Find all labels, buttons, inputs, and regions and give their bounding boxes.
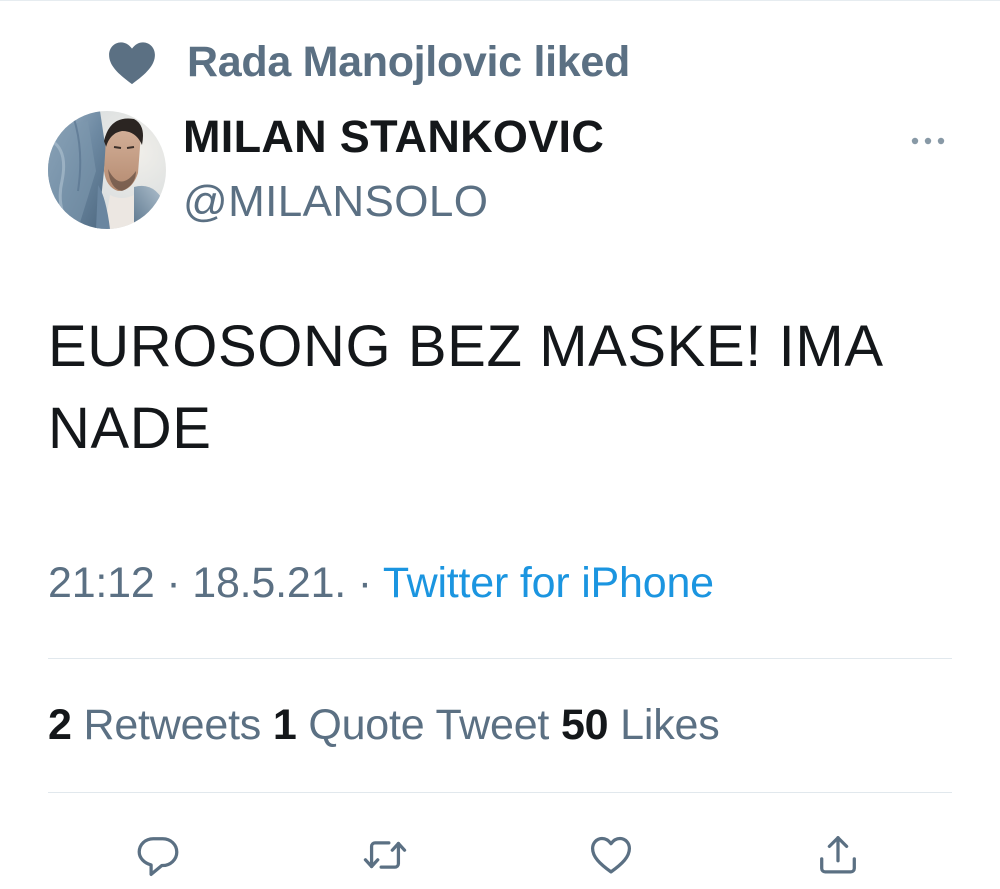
likes-count: 50	[560, 701, 609, 749]
quote-tweets-stat[interactable]: 1 Quote Tweet	[272, 701, 550, 749]
like-icon	[590, 836, 632, 874]
author-handle[interactable]: @MILANSOLO	[183, 177, 488, 227]
reply-button[interactable]	[130, 827, 186, 883]
avatar-photo	[48, 111, 166, 229]
share-icon	[820, 836, 856, 874]
likes-label: Likes	[620, 701, 720, 749]
tweet-date[interactable]: 18.5.21.	[192, 559, 346, 607]
tweet-time[interactable]: 21:12	[48, 559, 155, 607]
meta-separator: ·	[346, 559, 383, 607]
retweets-count: 2	[48, 701, 72, 749]
tweet-stats: 2 Retweets 1 Quote Tweet 50 Likes	[48, 701, 720, 750]
reply-icon	[137, 837, 179, 876]
tweet-meta: 21:12 · 18.5.21. · Twitter for iPhone	[48, 559, 714, 608]
divider	[48, 658, 952, 659]
quote-tweets-label: Quote Tweet	[308, 701, 550, 749]
likes-stat[interactable]: 50 Likes	[561, 701, 720, 749]
heart-icon	[109, 42, 155, 85]
tweet-source-link[interactable]: Twitter for iPhone	[383, 559, 714, 607]
meta-separator: ·	[154, 559, 193, 607]
retweets-label: Retweets	[83, 701, 262, 749]
divider	[48, 792, 952, 793]
tweet-detail: Rada Manojlovic liked MILAN STANKOVIC @M…	[0, 0, 1000, 889]
tweet-text: EUROSONG BEZ MASKE! IMA NADE	[48, 314, 881, 461]
author-name[interactable]: MILAN STANKOVIC	[183, 111, 604, 163]
avatar[interactable]	[48, 111, 166, 229]
retweets-stat[interactable]: 2 Retweets	[48, 701, 261, 749]
more-options-button[interactable]	[900, 121, 956, 161]
social-context: Rada Manojlovic liked	[107, 35, 630, 89]
more-horizontal-icon	[911, 137, 945, 145]
retweet-button[interactable]	[357, 827, 413, 883]
like-button[interactable]	[583, 827, 639, 883]
retweet-icon	[363, 841, 407, 869]
liked-by-text[interactable]: Rada Manojlovic liked	[187, 38, 630, 87]
tweet-actions	[0, 827, 1000, 883]
quote-tweets-count: 1	[272, 701, 297, 749]
share-button[interactable]	[810, 827, 866, 883]
